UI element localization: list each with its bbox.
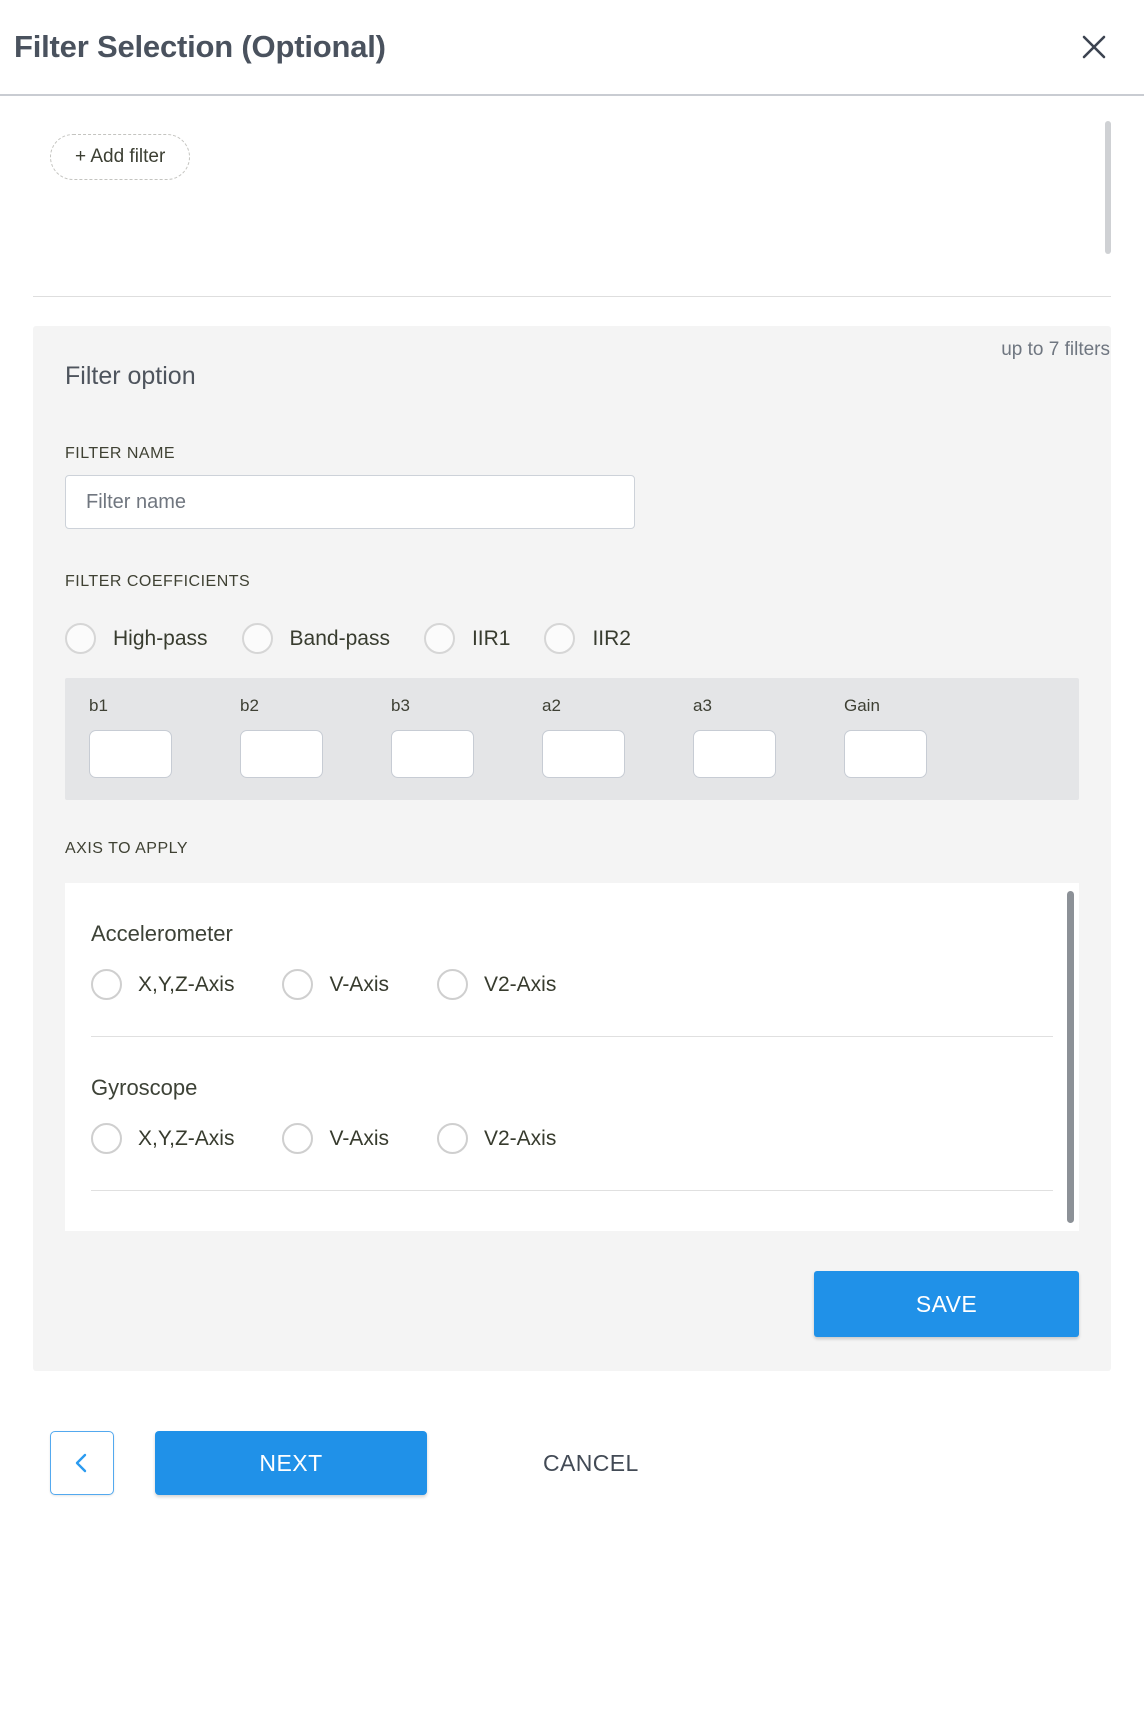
- close-icon[interactable]: [1072, 25, 1116, 69]
- save-row: SAVE: [65, 1271, 1079, 1337]
- radio-circle-icon: [282, 969, 314, 1000]
- filter-option-heading: Filter option: [65, 362, 196, 390]
- radio-label: High-pass: [113, 626, 208, 650]
- coefficient-input-gain[interactable]: [844, 730, 927, 778]
- coefficient-cell-a3: a3: [693, 696, 844, 778]
- coefficient-label: Gain: [844, 696, 880, 715]
- filter-name-input[interactable]: [65, 475, 635, 529]
- radio-circle-icon: [544, 623, 576, 654]
- axis-option-label: V2-Axis: [483, 972, 557, 996]
- wizard-footer: NEXT CANCEL: [0, 1371, 1144, 1495]
- radio-circle-icon: [436, 1123, 468, 1154]
- radio-circle-icon: [423, 623, 455, 654]
- radio-label: Band-pass: [289, 626, 390, 650]
- cancel-button[interactable]: CANCEL: [537, 1449, 645, 1478]
- coefficient-label: b3: [391, 696, 410, 715]
- axis-to-apply-label: AXIS TO APPLY: [65, 840, 189, 857]
- coefficient-cell-gain: Gain: [844, 696, 995, 778]
- coefficient-input-a2[interactable]: [542, 730, 625, 778]
- radio-option-iir1[interactable]: IIR1: [423, 623, 511, 654]
- axis-option-label: V2-Axis: [483, 1126, 557, 1150]
- axis-group-gyroscope: Gyroscope X,Y,Z-Axis V-Axis V2-Axis: [91, 1075, 1053, 1154]
- add-filter-button[interactable]: + Add filter: [50, 134, 191, 180]
- page-title: Filter Selection (Optional): [14, 29, 386, 64]
- next-button[interactable]: NEXT: [155, 1431, 427, 1495]
- coefficient-inputs-strip: b1 b2 b3 a2 a3 Gain: [65, 678, 1079, 800]
- coefficient-cell-b2: b2: [240, 696, 391, 778]
- sensor-title: Accelerometer: [91, 921, 233, 946]
- axis-option-label: X,Y,Z-Axis: [138, 972, 235, 996]
- axis-option-gyro-v[interactable]: V-Axis: [282, 1123, 389, 1154]
- dialog-header: Filter Selection (Optional): [0, 0, 1144, 96]
- save-button[interactable]: SAVE: [814, 1271, 1079, 1337]
- axis-option-label: V-Axis: [329, 1126, 389, 1150]
- radio-option-high-pass[interactable]: High-pass: [65, 623, 208, 654]
- radio-label: IIR1: [471, 626, 511, 650]
- filter-name-label: FILTER NAME: [65, 445, 176, 462]
- coefficient-input-b3[interactable]: [391, 730, 474, 778]
- radio-circle-icon: [436, 969, 468, 1000]
- filter-coefficients-label: FILTER COEFFICIENTS: [65, 573, 251, 590]
- coefficient-input-b1[interactable]: [89, 730, 172, 778]
- coefficient-cell-a2: a2: [542, 696, 693, 778]
- filter-limit-note: up to 7 filters: [1001, 339, 1110, 360]
- radio-circle-icon: [65, 623, 96, 654]
- axis-group-accelerometer: Accelerometer X,Y,Z-Axis V-Axis V2-Axis: [91, 921, 1053, 1000]
- chevron-left-icon: [75, 1453, 87, 1473]
- radio-circle-icon: [282, 1123, 314, 1154]
- coefficient-label: b1: [89, 696, 108, 715]
- coefficient-label: a2: [542, 696, 561, 715]
- radio-circle-icon: [91, 969, 122, 1000]
- filters-list-area: + Add filter up to 7 filters: [0, 96, 1144, 360]
- section-divider: [33, 296, 1111, 297]
- axis-option-gyro-v2[interactable]: V2-Axis: [436, 1123, 557, 1154]
- coefficient-input-b2[interactable]: [240, 730, 323, 778]
- back-button[interactable]: [50, 1431, 114, 1495]
- radio-circle-icon: [91, 1123, 122, 1154]
- gyroscope-axis-radio-group: X,Y,Z-Axis V-Axis V2-Axis: [91, 1123, 1053, 1154]
- axis-option-accel-v2[interactable]: V2-Axis: [436, 969, 557, 1000]
- axis-option-accel-v[interactable]: V-Axis: [282, 969, 389, 1000]
- coefficient-cell-b3: b3: [391, 696, 542, 778]
- filter-type-radio-group: High-pass Band-pass IIR1 IIR2: [65, 623, 1079, 654]
- filters-scrollbar[interactable]: [1105, 121, 1111, 254]
- sensor-title: Gyroscope: [91, 1075, 198, 1100]
- axis-option-label: X,Y,Z-Axis: [138, 1126, 235, 1150]
- radio-label: IIR2: [592, 626, 631, 650]
- filter-option-card: Filter option FILTER NAME FILTER COEFFIC…: [33, 326, 1111, 1371]
- axis-panel-scrollbar[interactable]: [1067, 891, 1074, 1223]
- coefficient-input-a3[interactable]: [693, 730, 776, 778]
- axis-selection-panel: Accelerometer X,Y,Z-Axis V-Axis V2-Axis: [65, 883, 1079, 1231]
- axis-option-gyro-xyz[interactable]: X,Y,Z-Axis: [91, 1123, 234, 1154]
- coefficient-label: b2: [240, 696, 259, 715]
- coefficient-label: a3: [693, 696, 712, 715]
- axis-option-label: V-Axis: [329, 972, 389, 996]
- filter-selection-dialog: Filter Selection (Optional) + Add filter…: [0, 0, 1144, 1734]
- radio-option-iir2[interactable]: IIR2: [544, 623, 631, 654]
- coefficient-cell-b1: b1: [89, 696, 240, 778]
- accelerometer-axis-radio-group: X,Y,Z-Axis V-Axis V2-Axis: [91, 969, 1053, 1000]
- radio-option-band-pass[interactable]: Band-pass: [241, 623, 390, 654]
- axis-bottom-divider: [91, 1190, 1053, 1191]
- axis-option-accel-xyz[interactable]: X,Y,Z-Axis: [91, 969, 234, 1000]
- radio-circle-icon: [241, 623, 273, 654]
